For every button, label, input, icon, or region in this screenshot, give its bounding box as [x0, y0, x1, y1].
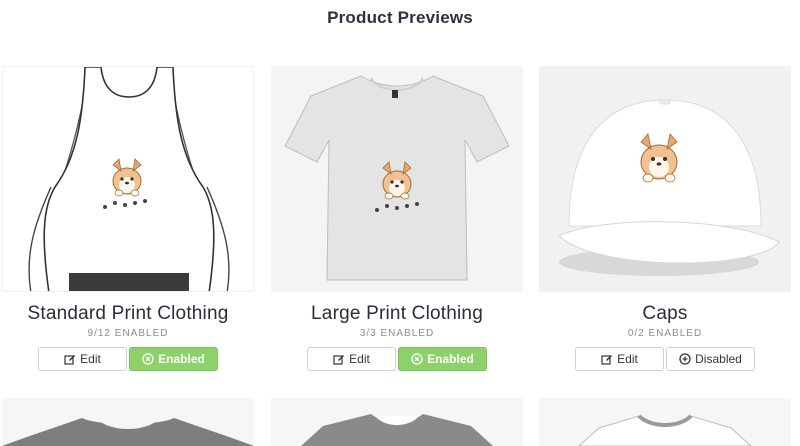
disabled-toggle-button[interactable]: Disabled [666, 347, 755, 371]
circle-x-icon [411, 353, 423, 365]
toggle-button-label: Disabled [695, 352, 742, 366]
edit-button[interactable]: Edit [38, 347, 127, 371]
edit-button-label: Edit [80, 352, 101, 366]
toggle-button-label: Enabled [427, 352, 474, 366]
product-card-standard-print-clothing: Standard Print Clothing 9/12 ENABLED Edi… [2, 66, 254, 371]
edit-button-label: Edit [349, 352, 370, 366]
circle-x-icon [142, 353, 154, 365]
card-actions: Edit Disabled [539, 347, 791, 371]
card-title: Caps [642, 303, 688, 324]
toggle-button-label: Enabled [158, 352, 205, 366]
pencil-square-icon [333, 353, 345, 365]
pencil-square-icon [601, 353, 613, 365]
enabled-toggle-button[interactable]: Enabled [398, 347, 487, 371]
product-preview-image[interactable] [2, 398, 254, 446]
edit-button-label: Edit [617, 352, 638, 366]
product-preview-image[interactable] [271, 398, 523, 446]
card-status: 3/3 ENABLED [359, 328, 435, 339]
card-status: 0/2 ENABLED [627, 328, 703, 339]
card-status: 9/12 ENABLED [87, 328, 169, 339]
circle-plus-icon [679, 353, 691, 365]
edit-button[interactable]: Edit [575, 347, 664, 371]
pencil-square-icon [64, 353, 76, 365]
card-title: Standard Print Clothing [27, 303, 229, 324]
enabled-toggle-button[interactable]: Enabled [129, 347, 218, 371]
card-actions: Edit Enabled [271, 347, 523, 371]
product-card-caps: Caps 0/2 ENABLED Edit Disabled [539, 66, 791, 371]
card-title: Large Print Clothing [311, 303, 483, 324]
product-preview-image[interactable] [539, 66, 791, 292]
edit-button[interactable]: Edit [307, 347, 396, 371]
page-title: Product Previews [327, 8, 473, 27]
product-preview-image[interactable] [271, 66, 523, 292]
card-actions: Edit Enabled [2, 347, 254, 371]
product-preview-image[interactable] [2, 66, 254, 292]
product-card-large-print-clothing: Large Print Clothing 3/3 ENABLED Edit En… [271, 66, 523, 371]
product-preview-image[interactable] [539, 398, 791, 446]
